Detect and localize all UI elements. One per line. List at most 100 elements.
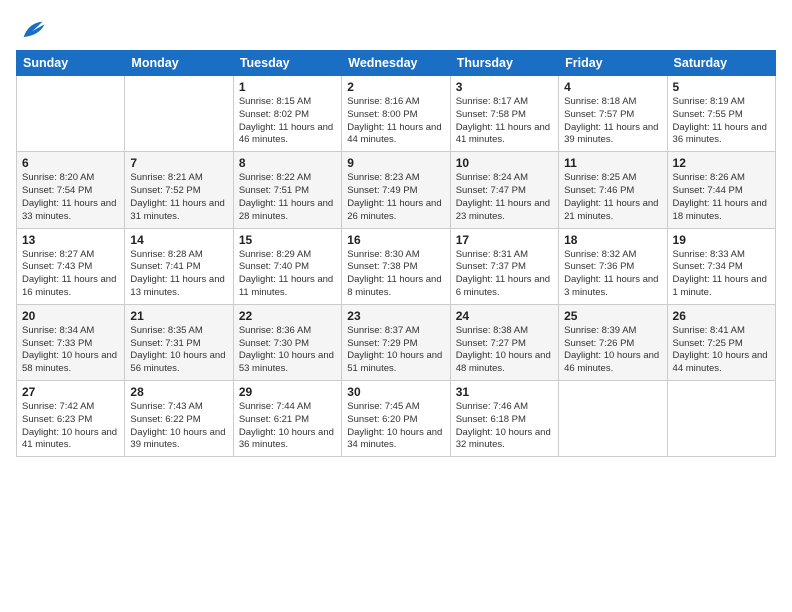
calendar-cell: [667, 381, 775, 457]
calendar-cell: 9 Sunrise: 8:23 AM Sunset: 7:49 PM Daylig…: [342, 152, 450, 228]
logo: [16, 16, 46, 44]
calendar-cell: 11 Sunrise: 8:25 AM Sunset: 7:46 PM Dayli…: [559, 152, 667, 228]
calendar-cell: 27 Sunrise: 7:42 AM Sunset: 6:23 PM Dayli…: [17, 381, 125, 457]
day-number: 2: [347, 80, 444, 94]
calendar-cell: 17Sunrise: 8:31 AM Sunset: 7:37 PM Dayli…: [450, 228, 558, 304]
day-info: Sunrise: 8:22 AM Sunset: 7:51 PM Dayligh…: [239, 172, 336, 223]
calendar-cell: [125, 76, 233, 152]
day-number: 5: [673, 80, 770, 94]
day-info: Sunrise: 8:17 AM Sunset: 7:58 PM Dayligh…: [456, 96, 553, 147]
weekday-header-sunday: Sunday: [17, 51, 125, 76]
day-number: 18: [564, 233, 661, 247]
day-number: 22: [239, 309, 336, 323]
day-info: Sunrise: 7:46 AM Sunset: 6:18 PM Dayligh…: [456, 401, 553, 452]
weekday-header-thursday: Thursday: [450, 51, 558, 76]
weekday-header-friday: Friday: [559, 51, 667, 76]
day-number: 8: [239, 156, 336, 170]
calendar-cell: 19 Sunrise: 8:33 AM Sunset: 7:34 PM Dayli…: [667, 228, 775, 304]
day-info: Sunrise: 8:41 AM Sunset: 7:25 PM Dayligh…: [673, 325, 770, 376]
day-number: 4: [564, 80, 661, 94]
day-number: 15: [239, 233, 336, 247]
day-info: Sunrise: 7:44 AM Sunset: 6:21 PM Dayligh…: [239, 401, 336, 452]
day-number: 27: [22, 385, 119, 399]
day-number: 13: [22, 233, 119, 247]
calendar-week-2: 6 Sunrise: 8:20 AM Sunset: 7:54 PM Daylig…: [17, 152, 776, 228]
day-info: Sunrise: 8:24 AM Sunset: 7:47 PM Dayligh…: [456, 172, 553, 223]
day-info: Sunrise: 8:30 AM Sunset: 7:38 PM Dayligh…: [347, 249, 444, 300]
day-number: 14: [130, 233, 227, 247]
calendar-cell: 13 Sunrise: 8:27 AM Sunset: 7:43 PM Dayli…: [17, 228, 125, 304]
calendar-cell: 8 Sunrise: 8:22 AM Sunset: 7:51 PM Daylig…: [233, 152, 341, 228]
calendar-cell: 23Sunrise: 8:37 AM Sunset: 7:29 PM Dayli…: [342, 304, 450, 380]
weekday-header-saturday: Saturday: [667, 51, 775, 76]
day-info: Sunrise: 8:18 AM Sunset: 7:57 PM Dayligh…: [564, 96, 661, 147]
calendar-cell: 24 Sunrise: 8:38 AM Sunset: 7:27 PM Dayli…: [450, 304, 558, 380]
day-info: Sunrise: 8:39 AM Sunset: 7:26 PM Dayligh…: [564, 325, 661, 376]
day-info: Sunrise: 8:20 AM Sunset: 7:54 PM Dayligh…: [22, 172, 119, 223]
calendar-cell: 7Sunrise: 8:21 AM Sunset: 7:52 PM Daylig…: [125, 152, 233, 228]
day-number: 24: [456, 309, 553, 323]
day-info: Sunrise: 8:35 AM Sunset: 7:31 PM Dayligh…: [130, 325, 227, 376]
day-number: 17: [456, 233, 553, 247]
day-info: Sunrise: 8:34 AM Sunset: 7:33 PM Dayligh…: [22, 325, 119, 376]
calendar-cell: 3 Sunrise: 8:17 AM Sunset: 7:58 PM Daylig…: [450, 76, 558, 152]
day-number: 7: [130, 156, 227, 170]
calendar-cell: 18 Sunrise: 8:32 AM Sunset: 7:36 PM Dayli…: [559, 228, 667, 304]
day-info: Sunrise: 8:32 AM Sunset: 7:36 PM Dayligh…: [564, 249, 661, 300]
calendar-cell: 25Sunrise: 8:39 AM Sunset: 7:26 PM Dayli…: [559, 304, 667, 380]
day-info: Sunrise: 8:36 AM Sunset: 7:30 PM Dayligh…: [239, 325, 336, 376]
day-info: Sunrise: 8:25 AM Sunset: 7:46 PM Dayligh…: [564, 172, 661, 223]
day-number: 20: [22, 309, 119, 323]
calendar-cell: 26 Sunrise: 8:41 AM Sunset: 7:25 PM Dayli…: [667, 304, 775, 380]
calendar-cell: 29 Sunrise: 7:44 AM Sunset: 6:21 PM Dayli…: [233, 381, 341, 457]
calendar-cell: 15 Sunrise: 8:29 AM Sunset: 7:40 PM Dayli…: [233, 228, 341, 304]
day-number: 21: [130, 309, 227, 323]
day-info: Sunrise: 8:26 AM Sunset: 7:44 PM Dayligh…: [673, 172, 770, 223]
day-number: 9: [347, 156, 444, 170]
day-number: 30: [347, 385, 444, 399]
day-number: 6: [22, 156, 119, 170]
day-info: Sunrise: 8:27 AM Sunset: 7:43 PM Dayligh…: [22, 249, 119, 300]
day-info: Sunrise: 7:45 AM Sunset: 6:20 PM Dayligh…: [347, 401, 444, 452]
day-number: 3: [456, 80, 553, 94]
calendar-cell: 21 Sunrise: 8:35 AM Sunset: 7:31 PM Dayli…: [125, 304, 233, 380]
weekday-header-tuesday: Tuesday: [233, 51, 341, 76]
calendar-week-4: 20 Sunrise: 8:34 AM Sunset: 7:33 PM Dayli…: [17, 304, 776, 380]
weekday-header-row: SundayMondayTuesdayWednesdayThursdayFrid…: [17, 51, 776, 76]
calendar-cell: 22 Sunrise: 8:36 AM Sunset: 7:30 PM Dayli…: [233, 304, 341, 380]
day-info: Sunrise: 8:29 AM Sunset: 7:40 PM Dayligh…: [239, 249, 336, 300]
calendar-cell: 14 Sunrise: 8:28 AM Sunset: 7:41 PM Dayli…: [125, 228, 233, 304]
calendar-cell: 6 Sunrise: 8:20 AM Sunset: 7:54 PM Daylig…: [17, 152, 125, 228]
weekday-header-wednesday: Wednesday: [342, 51, 450, 76]
calendar-cell: 30 Sunrise: 7:45 AM Sunset: 6:20 PM Dayli…: [342, 381, 450, 457]
day-info: Sunrise: 8:28 AM Sunset: 7:41 PM Dayligh…: [130, 249, 227, 300]
day-info: Sunrise: 8:23 AM Sunset: 7:49 PM Dayligh…: [347, 172, 444, 223]
day-info: Sunrise: 7:42 AM Sunset: 6:23 PM Dayligh…: [22, 401, 119, 452]
day-number: 28: [130, 385, 227, 399]
day-info: Sunrise: 8:16 AM Sunset: 8:00 PM Dayligh…: [347, 96, 444, 147]
calendar-cell: 5 Sunrise: 8:19 AM Sunset: 7:55 PM Daylig…: [667, 76, 775, 152]
calendar-cell: 2 Sunrise: 8:16 AM Sunset: 8:00 PM Daylig…: [342, 76, 450, 152]
day-number: 26: [673, 309, 770, 323]
day-number: 11: [564, 156, 661, 170]
day-number: 29: [239, 385, 336, 399]
calendar-cell: 20 Sunrise: 8:34 AM Sunset: 7:33 PM Dayli…: [17, 304, 125, 380]
calendar-cell: 12 Sunrise: 8:26 AM Sunset: 7:44 PM Dayli…: [667, 152, 775, 228]
calendar-week-1: 1Sunrise: 8:15 AM Sunset: 8:02 PM Daylig…: [17, 76, 776, 152]
calendar-cell: 4 Sunrise: 8:18 AM Sunset: 7:57 PM Daylig…: [559, 76, 667, 152]
day-info: Sunrise: 8:37 AM Sunset: 7:29 PM Dayligh…: [347, 325, 444, 376]
calendar-cell: [17, 76, 125, 152]
day-number: 19: [673, 233, 770, 247]
day-number: 31: [456, 385, 553, 399]
calendar-cell: 31 Sunrise: 7:46 AM Sunset: 6:18 PM Dayli…: [450, 381, 558, 457]
day-number: 12: [673, 156, 770, 170]
calendar-cell: 28 Sunrise: 7:43 AM Sunset: 6:22 PM Dayli…: [125, 381, 233, 457]
weekday-header-monday: Monday: [125, 51, 233, 76]
calendar-week-5: 27 Sunrise: 7:42 AM Sunset: 6:23 PM Dayli…: [17, 381, 776, 457]
calendar-cell: [559, 381, 667, 457]
day-info: Sunrise: 8:33 AM Sunset: 7:34 PM Dayligh…: [673, 249, 770, 300]
calendar-cell: 10Sunrise: 8:24 AM Sunset: 7:47 PM Dayli…: [450, 152, 558, 228]
day-info: Sunrise: 8:19 AM Sunset: 7:55 PM Dayligh…: [673, 96, 770, 147]
day-info: Sunrise: 7:43 AM Sunset: 6:22 PM Dayligh…: [130, 401, 227, 452]
day-info: Sunrise: 8:38 AM Sunset: 7:27 PM Dayligh…: [456, 325, 553, 376]
